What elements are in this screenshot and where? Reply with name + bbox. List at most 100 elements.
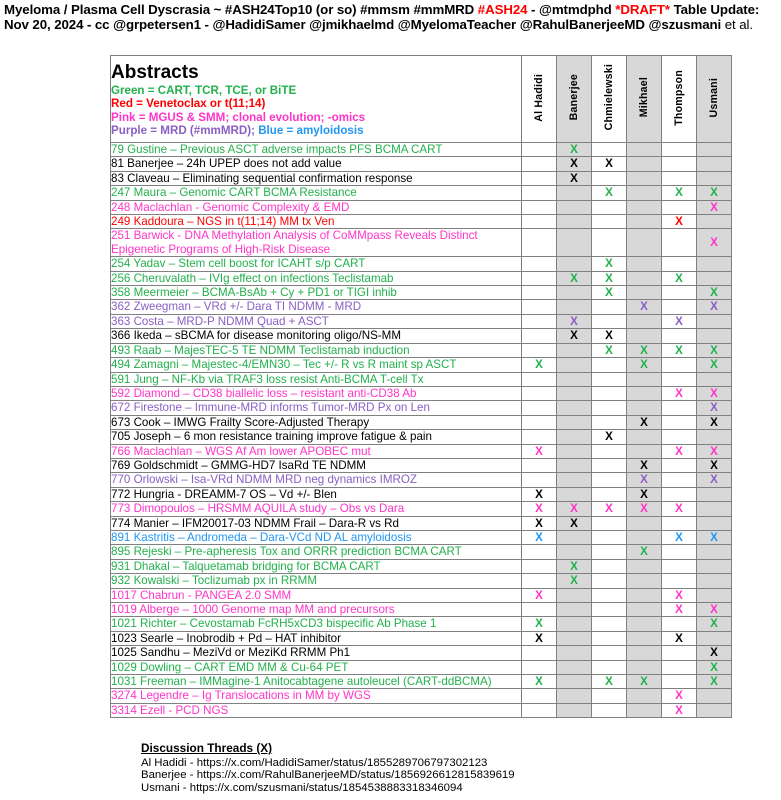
mark-cell-checked: X [556, 558, 592, 575]
table-row: 83 Claveau – Eliminating sequential conf… [110, 170, 732, 187]
table-row: 1023 Searle – Inobrodib + Pd – HAT inhib… [110, 630, 732, 647]
abstract-title: 366 Ikeda – sBCMA for disease monitoring… [110, 328, 522, 344]
mark-cell-empty [556, 529, 592, 546]
mark-cell-checked: X [626, 486, 662, 503]
legend-line-red: Red = Venetoclax or t(11;14) [111, 97, 266, 111]
table-row: 3274 Legendre – Ig Translocations in MM … [110, 688, 732, 704]
mark-cell-empty [591, 414, 627, 431]
table-row: 769 Goldschmidt – GMMG-HD7 IsaRd TE NDMM… [110, 457, 732, 474]
mark-cell-empty [591, 357, 627, 373]
abstract-title: 83 Claveau – Eliminating sequential conf… [110, 170, 522, 187]
abstract-title: 362 Zweegman – VRd +/- Dara TI NDMM - MR… [110, 299, 522, 315]
abstract-title: 1029 Dowling – CART EMD MM & Cu-64 PET [110, 659, 522, 676]
page-title: Myeloma / Plasma Cell Dyscrasia ~ #ASH24… [0, 0, 781, 32]
table-row: 3314 Ezell - PCD NGS X [110, 702, 732, 719]
mark-cell-checked: X [521, 501, 557, 517]
table-row: 591 Jung – NF-Kb via TRAF3 loss resist A… [110, 371, 732, 387]
mark-cell-empty [591, 486, 627, 503]
mark-cell-checked: X [696, 285, 732, 301]
abstract-title: 1031 Freeman – IMMagine-1 Anitocabtagene… [110, 674, 522, 690]
legend-line-pink: Pink = MGUS & SMM; clonal evolution; -om… [111, 110, 366, 124]
caption-part-1: Myeloma / Plasma Cell Dyscrasia ~ #ASH24… [4, 2, 478, 17]
mark-cell-empty [661, 414, 697, 431]
abstracts-table-wrap: Abstracts Green = CART, TCR, TCE, or BiT… [110, 55, 732, 719]
mark-cell-empty [591, 558, 627, 575]
mark-cell-empty [626, 156, 662, 172]
mark-cell-empty [626, 601, 662, 618]
mark-cell-checked: X [696, 443, 732, 459]
discussion-thread-link[interactable]: Al Hadidi - https://x.com/HadidiSamer/st… [141, 757, 515, 770]
discussion-thread-link[interactable]: Banerjee - https://x.com/RahulBanerjeeMD… [141, 769, 515, 782]
mark-cell-empty [556, 256, 592, 272]
table-header: Abstracts Green = CART, TCR, TCE, or BiT… [110, 55, 732, 143]
mark-cell-checked: X [556, 515, 592, 531]
mark-cell-empty [521, 414, 557, 431]
mark-cell-empty [521, 558, 557, 575]
mark-cell-checked: X [696, 299, 732, 315]
abstract-title: 705 Joseph – 6 mon resistance training i… [110, 429, 522, 445]
mark-cell-empty [696, 429, 732, 445]
mark-cell-empty [591, 472, 627, 488]
mark-cell-empty [521, 313, 557, 330]
mark-cell-empty [556, 299, 592, 315]
table-row: 932 Kowalski – Toclizumab px in RRMM X [110, 573, 732, 589]
mark-cell-empty [521, 429, 557, 445]
column-header-mikhael: Mikhael [626, 55, 662, 143]
mark-cell-empty [521, 601, 557, 618]
mark-cell-empty [626, 141, 662, 158]
mark-cell-empty [661, 616, 697, 632]
abstract-title: 251 Barwick - DNA Methylation Analysis o… [110, 228, 522, 258]
column-header-banerjee: Banerjee [556, 55, 592, 143]
mark-cell-checked: X [521, 486, 557, 503]
abstract-title: 592 Diamond – CD38 biallelic loss – resi… [110, 385, 522, 402]
mark-cell-empty [626, 328, 662, 344]
abstract-title: 493 Raab – MajesTEC-5 TE NDMM Teclistama… [110, 342, 522, 359]
abstract-title: 3314 Ezell - PCD NGS [110, 702, 522, 719]
mark-cell-empty [556, 702, 592, 719]
mark-cell-empty [696, 141, 732, 158]
discussion-thread-link[interactable]: Usmani - https://x.com/szusmani/status/1… [141, 782, 515, 795]
mark-cell-empty [556, 544, 592, 560]
column-header-label: Mikhael [637, 77, 650, 118]
mark-cell-empty [661, 285, 697, 301]
table-row: 895 Rejeski – Pre-apheresis Tox and ORRR… [110, 544, 732, 560]
mark-cell-empty [661, 328, 697, 344]
mark-cell-empty [521, 342, 557, 359]
abstract-title: 932 Kowalski – Toclizumab px in RRMM [110, 573, 522, 589]
table-row: 248 Maclachlan - Genomic Complexity & EM… [110, 199, 732, 216]
mark-cell-empty [626, 185, 662, 201]
mark-cell-empty [661, 199, 697, 216]
column-header-label: Usmani [707, 77, 720, 118]
mark-cell-checked: X [521, 587, 557, 604]
mark-cell-checked: X [626, 457, 662, 474]
discussion-threads-heading: Discussion Threads (X) [141, 741, 273, 755]
abstract-title: 248 Maclachlan - Genomic Complexity & EM… [110, 199, 522, 216]
mark-cell-checked: X [521, 616, 557, 632]
column-header-label: Banerjee [567, 74, 580, 121]
abstract-title: 254 Yadav – Stem cell boost for ICAHT s/… [110, 256, 522, 272]
mark-cell-empty [591, 141, 627, 158]
mark-cell-empty [661, 299, 697, 315]
mark-cell-empty [626, 170, 662, 187]
table-row: 249 Kaddoura – NGS in t(11;14) MM tx Ven… [110, 214, 732, 230]
mark-cell-checked: X [661, 501, 697, 517]
column-header-label: Al Hadidi [532, 73, 545, 122]
mark-cell-checked: X [696, 601, 732, 618]
mark-cell-empty [521, 141, 557, 158]
abstract-title: 79 Gustine – Previous ASCT adverse impac… [110, 141, 522, 158]
mark-cell-empty [696, 486, 732, 503]
abstract-title: 1019 Alberge – 1000 Genome map MM and pr… [110, 601, 522, 618]
abstract-title: 1021 Richter – Cevostamab FcRH5xCD3 bisp… [110, 616, 522, 632]
mark-cell-checked: X [591, 185, 627, 201]
discussion-threads: Discussion Threads (X) Al Hadidi - https… [141, 741, 515, 795]
abstract-title: 769 Goldschmidt – GMMG-HD7 IsaRd TE NDMM [110, 457, 522, 474]
mark-cell-empty [591, 529, 627, 546]
mark-cell-empty [521, 659, 557, 676]
mark-cell-empty [661, 659, 697, 676]
mark-cell-checked: X [661, 342, 697, 359]
mark-cell-checked: X [556, 501, 592, 517]
mark-cell-empty [661, 558, 697, 575]
abstract-title: 672 Firestone – Immune-MRD informs Tumor… [110, 400, 522, 416]
mark-cell-checked: X [661, 688, 697, 704]
caption-hashtag-ash24: #ASH24 [477, 2, 528, 17]
